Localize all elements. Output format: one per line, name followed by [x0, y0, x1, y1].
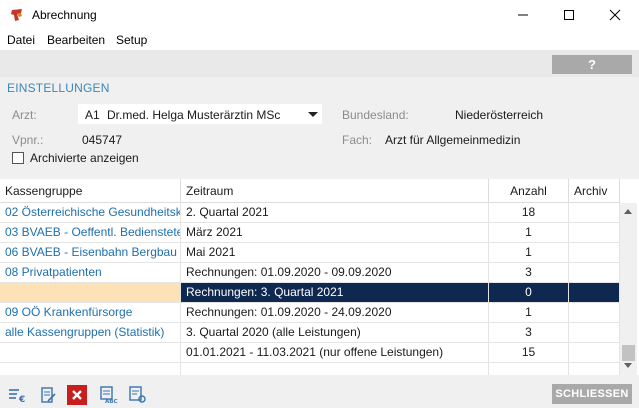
bundesland-value: Niederösterreich [455, 108, 544, 122]
table-row[interactable]: alle Kassengruppen (Statistik) 3. Quarta… [0, 323, 620, 343]
cell-zeitraum: Rechnungen: 01.09.2020 - 24.09.2020 [181, 303, 489, 322]
vpnr-value: 045747 [82, 133, 123, 147]
col-header-anzahl[interactable]: Anzahl [489, 179, 569, 203]
cell-anzahl: 15 [489, 343, 569, 362]
cell-anzahl: 1 [489, 303, 569, 322]
document-gear-icon [129, 386, 146, 403]
cell-zeitraum: Rechnungen: 3. Quartal 2021 [181, 283, 489, 302]
menu-bar: Datei Bearbeiten Setup [0, 30, 639, 50]
cell-kassengruppe [0, 343, 181, 362]
cell-anzahl: 0 [489, 283, 569, 302]
cell-kassengruppe [0, 283, 181, 302]
cell-archiv [569, 223, 620, 242]
billing-euro-button[interactable]: € [8, 385, 28, 405]
archived-checkbox[interactable] [12, 152, 24, 164]
svg-text:€: € [18, 395, 25, 404]
cell-anzahl: 18 [489, 203, 569, 222]
arzt-value: Dr.med. Helga Musterärztin MSc [107, 108, 281, 122]
delete-button[interactable] [67, 385, 87, 405]
cell-kassengruppe: 03 BVAEB - Oeffentl. Bedienstete [0, 223, 181, 242]
list-euro-icon: € [9, 389, 25, 404]
edit-document-button[interactable] [38, 385, 58, 405]
close-window-button[interactable] [592, 0, 638, 30]
cell-kassengruppe: alle Kassengruppen (Statistik) [0, 323, 181, 342]
abc-report-button[interactable]: ABC [99, 385, 119, 405]
table-header: Kassengruppe Zeitraum Anzahl Archiv [0, 179, 620, 203]
arzt-select[interactable]: A1 Dr.med. Helga Musterärztin MSc [78, 104, 322, 124]
cell-zeitraum: 2. Quartal 2021 [181, 203, 489, 222]
cell-kassengruppe: 02 Österreichische Gesundheitskasse [0, 203, 181, 222]
delete-icon [72, 390, 82, 400]
table-row[interactable]: 09 OÖ Krankenfürsorge Rechnungen: 01.09.… [0, 303, 620, 323]
cell-anzahl: 1 [489, 243, 569, 262]
scroll-up-icon[interactable] [624, 209, 632, 214]
col-header-archiv[interactable]: Archiv [569, 179, 620, 203]
minimize-icon [518, 14, 528, 16]
cell-archiv [569, 283, 620, 302]
cell-archiv [569, 303, 620, 322]
fach-value: Arzt für Allgemeinmedizin [385, 133, 521, 147]
cell-kassengruppe: 08 Privatpatienten [0, 263, 181, 282]
table-row[interactable]: 08 Privatpatienten Rechnungen: 01.09.202… [0, 263, 620, 283]
vpnr-label: Vpnr.: [12, 133, 44, 147]
arzt-code: A1 [85, 108, 100, 122]
cell-anzahl: 1 [489, 223, 569, 242]
cell-archiv [569, 263, 620, 282]
bottom-toolbar: € ABC SCHLIESSEN [0, 381, 639, 408]
cell-kassengruppe [0, 363, 181, 375]
svg-text:ABC: ABC [105, 399, 118, 404]
section-title: EINSTELLUNGEN [7, 81, 110, 95]
bundesland-label: Bundesland: [342, 108, 409, 122]
abc-list-icon: ABC [100, 386, 118, 404]
menu-datei[interactable]: Datei [7, 33, 35, 47]
cell-zeitraum: Rechnungen: 01.09.2020 - 09.09.2020 [181, 263, 489, 282]
close-icon [609, 9, 621, 21]
cell-archiv [569, 363, 620, 375]
menu-bearbeiten[interactable]: Bearbeiten [47, 33, 105, 47]
cell-anzahl: 3 [489, 323, 569, 342]
app-logo-icon [11, 9, 22, 21]
table-row[interactable]: 02 Österreichische Gesundheitskasse 2. Q… [0, 203, 620, 223]
minimize-button[interactable] [500, 0, 546, 30]
table-row[interactable]: 01.01.2021 - 11.03.2021 (nur offene Leis… [0, 343, 620, 363]
menu-setup[interactable]: Setup [116, 33, 147, 47]
fach-label: Fach: [342, 133, 373, 147]
close-button[interactable]: SCHLIESSEN [552, 384, 632, 404]
maximize-button[interactable] [546, 0, 592, 30]
scroll-thumb[interactable] [622, 345, 635, 361]
table-row-selected[interactable]: Rechnungen: 3. Quartal 2021 0 [0, 283, 620, 303]
scroll-down-icon[interactable] [624, 363, 632, 368]
table-row[interactable]: 06 BVAEB - Eisenbahn Bergbau Mai 2021 1 [0, 243, 620, 263]
table-row[interactable]: 03 BVAEB - Oeffentl. Bedienstete März 20… [0, 223, 620, 243]
cell-zeitraum: Mai 2021 [181, 243, 489, 262]
help-button[interactable]: ? [552, 55, 632, 74]
archived-label: Archivierte anzeigen [30, 151, 139, 165]
cell-kassengruppe: 06 BVAEB - Eisenbahn Bergbau [0, 243, 181, 262]
document-edit-icon [41, 387, 56, 403]
cell-kassengruppe: 09 OÖ Krankenfürsorge [0, 303, 181, 322]
title-bar: Abrechnung [0, 0, 639, 30]
cell-archiv [569, 203, 620, 222]
cell-anzahl [489, 363, 569, 375]
cell-zeitraum: 3. Quartal 2020 (alle Leistungen) [181, 323, 489, 342]
col-header-kassengruppe[interactable]: Kassengruppe [0, 179, 181, 203]
cell-archiv [569, 323, 620, 342]
cell-zeitraum [181, 363, 489, 375]
cell-archiv [569, 343, 620, 362]
cell-anzahl: 3 [489, 263, 569, 282]
arzt-label: Arzt: [12, 108, 37, 122]
document-settings-button[interactable] [128, 385, 148, 405]
settings-panel: EINSTELLUNGEN Arzt: A1 Dr.med. Helga Mus… [0, 77, 639, 179]
table-row[interactable] [0, 363, 620, 375]
window-title: Abrechnung [32, 8, 97, 22]
maximize-icon [564, 10, 574, 20]
cell-archiv [569, 243, 620, 262]
cell-zeitraum: März 2021 [181, 223, 489, 242]
billing-table: Kassengruppe Zeitraum Anzahl Archiv 02 Ö… [0, 179, 639, 375]
vertical-scrollbar[interactable] [620, 203, 637, 375]
chevron-down-icon [308, 112, 318, 117]
toolbar-strip [0, 50, 639, 77]
col-header-zeitraum[interactable]: Zeitraum [181, 179, 489, 203]
cell-zeitraum: 01.01.2021 - 11.03.2021 (nur offene Leis… [181, 343, 489, 362]
